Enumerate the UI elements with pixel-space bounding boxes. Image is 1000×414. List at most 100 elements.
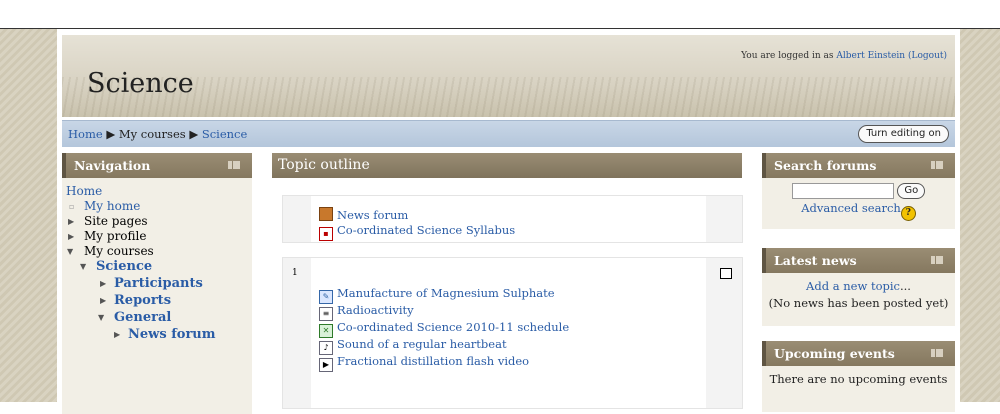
nav-item-participants[interactable]: ▶ Participants: [62, 276, 252, 291]
nav-item-news-forum[interactable]: ▶ News forum: [62, 327, 252, 342]
breadcrumb-science[interactable]: Science: [202, 127, 247, 141]
ellipsis: ...: [899, 279, 911, 293]
nav-item-my-home[interactable]: ▫ My home: [62, 199, 252, 214]
navigation-block-header: Navigation: [62, 153, 252, 178]
assignment-icon: ✎: [319, 290, 333, 304]
breadcrumb-home[interactable]: Home: [68, 127, 103, 141]
nav-item-label: Site pages: [84, 214, 148, 228]
nav-item-label[interactable]: Science: [96, 259, 152, 274]
navigation-title: Navigation: [74, 158, 151, 173]
block-controls-icon[interactable]: [228, 161, 246, 169]
section-number: 1: [292, 268, 298, 278]
nav-item-label[interactable]: Reports: [114, 293, 171, 308]
activity-link[interactable]: Fractional distillation flash video: [337, 354, 529, 368]
nav-item-label[interactable]: General: [114, 310, 171, 325]
breadcrumb: Home ▶ My courses ▶ Science: [68, 127, 247, 141]
no-news-text: (No news has been posted yet): [768, 296, 949, 310]
block-controls-icon[interactable]: [931, 161, 949, 169]
activity-news-forum[interactable]: News forum: [319, 207, 408, 222]
activity-magnesium-sulphate[interactable]: ✎ Manufacture of Magnesium Sulphate: [319, 286, 555, 304]
activity-schedule[interactable]: ✕ Co-ordinated Science 2010-11 schedule: [319, 320, 569, 338]
expand-arrow-icon[interactable]: ▶: [68, 214, 74, 229]
activity-link[interactable]: Sound of a regular heartbeat: [337, 337, 507, 351]
topic-outline-region: Topic outline News forum ▪ Co-ordinated S…: [272, 153, 743, 409]
nav-item-my-courses[interactable]: ▼ My courses: [62, 244, 252, 259]
site-title: Science: [87, 68, 194, 99]
add-new-topic-link[interactable]: Add a new topic: [806, 279, 900, 293]
activity-link[interactable]: Radioactivity: [337, 303, 414, 317]
upcoming-events-header: Upcoming events: [762, 341, 955, 366]
nav-item-reports[interactable]: ▶ Reports: [62, 293, 252, 308]
collapse-arrow-icon[interactable]: ▼: [98, 310, 104, 325]
navigation-block: Navigation Home ▫ My home ▶ Site pages ▶ My…: [62, 153, 252, 414]
nav-item-label: My profile: [84, 229, 147, 243]
search-forums-input[interactable]: [791, 183, 894, 199]
block-controls-icon[interactable]: [931, 256, 949, 264]
nav-item-label[interactable]: Home: [66, 184, 102, 198]
topic-outline-title: Topic outline: [278, 157, 370, 173]
no-events-text: There are no upcoming events: [769, 372, 948, 386]
activity-link[interactable]: Manufacture of Magnesium Sulphate: [337, 286, 555, 300]
bullet-icon: ▫: [69, 202, 75, 211]
go-button[interactable]: Go: [897, 183, 926, 199]
block-controls-icon[interactable]: [931, 349, 949, 357]
forum-icon: [319, 207, 333, 221]
turn-editing-on-button[interactable]: Turn editing on: [858, 125, 949, 143]
breadcrumb-separator: ▶: [106, 127, 116, 141]
login-info: You are logged in as Albert Einstein (Lo…: [741, 51, 947, 61]
nav-item-general[interactable]: ▼ General: [62, 310, 252, 325]
section-0-content: News forum ▪ Co-ordinated Science Syllabu…: [311, 196, 706, 242]
activity-syllabus[interactable]: ▪ Co-ordinated Science Syllabus: [319, 223, 515, 241]
page: Science You are logged in as Albert Eins…: [57, 29, 960, 414]
nav-item-label[interactable]: My home: [84, 199, 140, 213]
search-forums-header: Search forums: [762, 153, 955, 178]
nav-item-my-profile[interactable]: ▶ My profile: [62, 229, 252, 244]
section-1: 1 ✎ Manufacture of Magnesium Sulphate ≡ Ra…: [282, 257, 743, 409]
audio-file-icon: ♪: [319, 341, 333, 355]
activity-heartbeat[interactable]: ♪ Sound of a regular heartbeat: [319, 337, 507, 355]
search-forums-body: Go Advanced search?: [762, 178, 955, 229]
collapse-arrow-icon[interactable]: ▼: [67, 244, 73, 259]
activity-link[interactable]: News forum: [337, 208, 408, 222]
activity-distillation-video[interactable]: ▶ Fractional distillation flash video: [319, 354, 529, 372]
nav-item-label[interactable]: Participants: [114, 276, 203, 291]
login-prefix: You are logged in as: [741, 51, 837, 61]
upcoming-events-title: Upcoming events: [774, 346, 895, 361]
activity-link[interactable]: Co-ordinated Science 2010-11 schedule: [337, 320, 569, 334]
latest-news-body: Add a new topic... (No news has been pos…: [762, 273, 955, 326]
section-0: News forum ▪ Co-ordinated Science Syllabu…: [282, 195, 743, 243]
header-grass-decoration: [62, 77, 955, 117]
document-icon: ≡: [319, 307, 333, 321]
collapse-arrow-icon[interactable]: ▼: [80, 259, 86, 274]
upcoming-events-block: Upcoming events There are no upcoming ev…: [762, 341, 955, 412]
spreadsheet-icon: ✕: [319, 324, 333, 338]
expand-arrow-icon[interactable]: ▶: [114, 327, 120, 342]
nav-item-site-pages[interactable]: ▶ Site pages: [62, 214, 252, 229]
upcoming-events-body: There are no upcoming events: [762, 366, 955, 412]
video-file-icon: ▶: [319, 358, 333, 372]
advanced-search-link[interactable]: Advanced search: [801, 201, 901, 215]
nav-item-science[interactable]: ▼ Science: [62, 259, 252, 274]
page-header: Science You are logged in as Albert Eins…: [62, 35, 955, 117]
help-icon[interactable]: ?: [900, 206, 916, 221]
navigation-body: Home ▫ My home ▶ Site pages ▶ My profile ▼ M…: [62, 178, 252, 414]
logout-link[interactable]: (Logout): [908, 51, 947, 61]
topic-outline-header: Topic outline: [272, 153, 742, 178]
expand-arrow-icon[interactable]: ▶: [100, 293, 106, 308]
section-1-content: ✎ Manufacture of Magnesium Sulphate ≡ Radi…: [311, 258, 706, 408]
search-forums-block: Search forums Go Advanced search?: [762, 153, 955, 229]
latest-news-block: Latest news Add a new topic... (No news …: [762, 248, 955, 326]
latest-news-header: Latest news: [762, 248, 955, 273]
activity-link[interactable]: Co-ordinated Science Syllabus: [337, 223, 515, 237]
pdf-icon: ▪: [319, 227, 333, 241]
user-name-link[interactable]: Albert Einstein: [836, 51, 905, 61]
activity-radioactivity[interactable]: ≡ Radioactivity: [319, 303, 414, 321]
expand-arrow-icon[interactable]: ▶: [100, 276, 106, 291]
nav-item-label: My courses: [84, 244, 154, 258]
nav-item-home[interactable]: Home: [62, 184, 252, 199]
highlight-checkbox[interactable]: [720, 268, 732, 279]
navbar: Home ▶ My courses ▶ Science Turn editing…: [62, 120, 955, 147]
search-forums-title: Search forums: [774, 158, 877, 173]
nav-item-label[interactable]: News forum: [128, 327, 216, 342]
expand-arrow-icon[interactable]: ▶: [68, 229, 74, 244]
